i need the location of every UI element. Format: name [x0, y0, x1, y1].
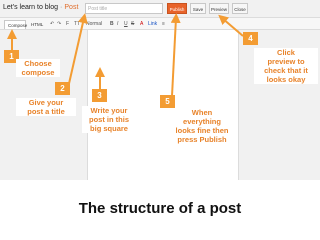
step-2-note: Give your post a title — [16, 98, 76, 116]
undo-icon[interactable]: ↶ — [50, 20, 54, 28]
link-icon[interactable]: Link — [148, 20, 157, 28]
editor-topbar: Let's learn to blog · Post Post title Publ… — [0, 0, 320, 18]
post-label: Post — [64, 4, 79, 11]
step-1-note: Choose compose — [16, 59, 60, 77]
slide: Let's learn to blog · Post Post title Publ… — [0, 0, 320, 240]
blog-breadcrumb: Let's learn to blog · Post — [3, 4, 78, 11]
step-5-note: When everything looks fine then press Pu… — [170, 108, 234, 144]
align-icon[interactable]: ≡ — [162, 20, 165, 28]
font-icon[interactable]: F — [66, 20, 69, 28]
step-3-note: Write your post in this big square — [82, 106, 136, 133]
format-toolbar: Compose HTML ↶ ↷ F TT Normal B I U S A L… — [0, 18, 320, 30]
preview-button[interactable]: Preview — [209, 3, 229, 14]
slide-title: The structure of a post — [78, 200, 242, 217]
text-color-icon[interactable]: A — [140, 20, 143, 28]
post-title-input[interactable]: Post title — [85, 3, 163, 14]
step-2-badge: 2 — [55, 82, 70, 95]
underline-icon[interactable]: U — [124, 20, 128, 28]
save-button[interactable]: Save — [190, 3, 206, 14]
breadcrumb-separator: · — [60, 4, 63, 11]
tab-compose[interactable]: Compose — [4, 20, 27, 29]
font-size-icon[interactable]: TT — [74, 20, 80, 28]
step-3-badge: 3 — [92, 89, 107, 102]
publish-button[interactable]: Publish — [167, 3, 187, 14]
bold-icon[interactable]: B — [110, 20, 114, 28]
paragraph-format-select[interactable]: Normal — [86, 20, 102, 28]
step-5-badge: 5 — [160, 95, 175, 108]
italic-icon[interactable]: I — [117, 20, 118, 28]
blog-name: Let's learn to blog — [3, 4, 59, 11]
step-4-note: Click preview to check that it looks oka… — [254, 48, 318, 84]
close-button[interactable]: Close — [232, 3, 248, 14]
strikethrough-icon[interactable]: S — [131, 20, 134, 28]
redo-icon[interactable]: ↷ — [57, 20, 61, 28]
step-4-badge: 4 — [243, 32, 258, 45]
tab-html[interactable]: HTML — [28, 20, 44, 29]
